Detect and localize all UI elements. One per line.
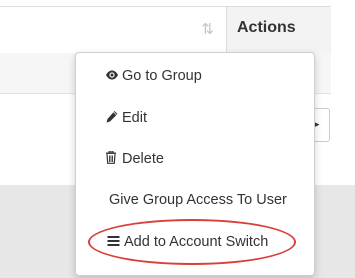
eye-icon [105, 69, 119, 81]
actions-dropdown-menu: Go to Group Edit Delete Give Group Acces… [75, 52, 315, 276]
bars-icon [107, 235, 121, 247]
sortable-column-header[interactable]: ⇅ [0, 7, 227, 53]
menu-item-label: Give Group Access To User [109, 192, 287, 208]
menu-item-label: Go to Group [122, 68, 202, 84]
caret-icon: ▸ [315, 119, 320, 129]
sort-arrows-icon[interactable]: ⇅ [201, 21, 214, 39]
menu-item-edit[interactable]: Edit [76, 101, 314, 137]
actions-column-header: Actions [227, 7, 331, 53]
menu-item-label: Add to Account Switch [124, 234, 269, 250]
page: ⇅ Actions ▸ Go to Group Edit Delete Give… [0, 0, 355, 278]
pencil-icon [105, 110, 119, 123]
menu-item-delete[interactable]: Delete [76, 142, 314, 178]
actions-column-label: Actions [237, 19, 296, 36]
trash-icon [105, 151, 119, 164]
menu-item-label: Delete [122, 151, 164, 167]
menu-item-give-group-access[interactable]: Give Group Access To User [76, 183, 314, 219]
menu-item-add-to-account-switch[interactable]: Add to Account Switch [76, 225, 314, 261]
menu-item-label: Edit [122, 110, 147, 126]
table-header: ⇅ Actions [0, 6, 331, 54]
menu-item-go-to-group[interactable]: Go to Group [76, 59, 314, 95]
